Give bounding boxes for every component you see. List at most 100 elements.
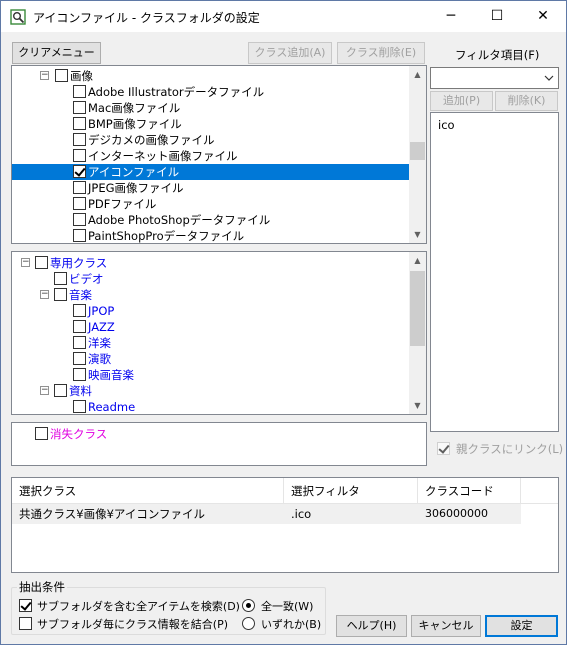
node-checkbox[interactable] <box>73 304 86 317</box>
collapse-icon[interactable]: − <box>40 386 49 395</box>
add-class-button[interactable]: クラス追加(A) <box>248 42 332 64</box>
node-label: BMP画像ファイル <box>88 117 182 131</box>
column-header-filter[interactable]: 選択フィルタ <box>284 478 418 504</box>
collapse-icon[interactable]: − <box>21 258 30 267</box>
table-row[interactable]: 共通クラス¥画像¥アイコンファイル .ico 306000000 <box>12 504 521 524</box>
clear-menu-button[interactable]: クリアメニュー <box>12 42 101 64</box>
vertical-scrollbar[interactable]: ▲ ▼ <box>409 66 426 243</box>
match-any-option[interactable]: いずれか(B) <box>242 616 324 631</box>
tree-node-western[interactable]: 洋楽 <box>12 335 409 351</box>
scroll-up-icon[interactable]: ▲ <box>409 252 426 269</box>
node-checkbox[interactable] <box>73 197 86 210</box>
tree-node-icon-file[interactable]: アイコンファイル <box>12 164 409 180</box>
column-header-class[interactable]: 選択クラス <box>12 478 284 504</box>
vertical-scrollbar[interactable]: ▲ ▼ <box>409 252 426 414</box>
cancel-button[interactable]: キャンセル <box>411 615 481 637</box>
scroll-up-icon[interactable]: ▲ <box>409 66 426 83</box>
scroll-thumb[interactable] <box>410 271 425 346</box>
tree-node-enka[interactable]: 演歌 <box>12 351 409 367</box>
match-all-option[interactable]: 全一致(W) <box>242 598 324 613</box>
scroll-down-icon[interactable]: ▼ <box>409 397 426 414</box>
tree-node-illustrator[interactable]: Adobe Illustratorデータファイル <box>12 84 409 100</box>
maximize-button[interactable]: ☐ <box>474 1 520 32</box>
ok-button[interactable]: 設定 <box>485 615 558 637</box>
custom-class-tree: − 専用クラス ビデオ − 音楽 JPOP JAZZ 洋楽 演歌 映画音楽 − … <box>12 252 409 414</box>
node-label: 画像 <box>70 69 93 83</box>
node-checkbox[interactable] <box>35 256 48 269</box>
collapse-icon[interactable]: − <box>40 290 49 299</box>
node-checkbox[interactable] <box>73 213 86 226</box>
tree-node-internet[interactable]: インターネット画像ファイル <box>12 148 409 164</box>
merge-class-option[interactable]: サブフォルダ毎にクラス情報を結合(P) <box>19 616 234 631</box>
tree-node-paintshop[interactable]: PaintShopProデータファイル <box>12 228 409 243</box>
filter-list[interactable]: ico <box>430 112 559 432</box>
chevron-down-icon[interactable] <box>544 75 554 81</box>
title-bar: アイコンファイル - クラスフォルダの設定 ─ ☐ ✕ <box>1 1 566 32</box>
lost-class-panel[interactable]: 消失クラス <box>11 422 427 466</box>
tree-node-digicam[interactable]: デジカメの画像ファイル <box>12 132 409 148</box>
tree-node-readme[interactable]: Readme <box>12 399 409 414</box>
node-label: JAZZ <box>88 320 115 334</box>
minimize-button[interactable]: ─ <box>428 1 474 32</box>
filter-delete-button[interactable]: 削除(K) <box>495 91 558 111</box>
node-label: Adobe PhotoShopデータファイル <box>88 213 271 227</box>
node-label: PDFファイル <box>88 197 157 211</box>
node-checkbox[interactable] <box>55 69 68 82</box>
tree-node-lost-class[interactable]: 消失クラス <box>12 426 312 442</box>
search-subfolders-option[interactable]: サブフォルダを含む全アイテムを検索(D) <box>19 598 240 613</box>
node-checkbox[interactable] <box>73 149 86 162</box>
link-parent-checkbox[interactable] <box>437 442 450 455</box>
node-checkbox[interactable] <box>73 133 86 146</box>
node-checkbox[interactable] <box>54 272 67 285</box>
class-tree-panel[interactable]: − 画像 Adobe Illustratorデータファイル Mac画像ファイル … <box>11 65 427 244</box>
node-checkbox[interactable] <box>73 117 86 130</box>
close-button[interactable]: ✕ <box>520 1 566 32</box>
tree-node-music[interactable]: − 音楽 <box>12 287 409 303</box>
node-checkbox[interactable] <box>73 352 86 365</box>
node-label: 専用クラス <box>50 256 108 270</box>
node-checkbox[interactable] <box>73 400 86 413</box>
tree-node-photoshop[interactable]: Adobe PhotoShopデータファイル <box>12 212 409 228</box>
node-checkbox[interactable] <box>73 165 86 178</box>
filter-list-item[interactable]: ico <box>438 118 455 132</box>
node-checkbox[interactable] <box>73 336 86 349</box>
tree-node-jpeg[interactable]: JPEG画像ファイル <box>12 180 409 196</box>
tree-node-image[interactable]: − 画像 <box>12 68 409 84</box>
class-tree: − 画像 Adobe Illustratorデータファイル Mac画像ファイル … <box>12 66 409 243</box>
filter-combobox[interactable] <box>430 67 559 89</box>
node-checkbox[interactable] <box>73 229 86 242</box>
node-label: 演歌 <box>88 352 111 366</box>
tree-node-documents[interactable]: − 資料 <box>12 383 409 399</box>
scroll-thumb[interactable] <box>410 142 425 160</box>
help-button[interactable]: ヘルプ(H) <box>336 615 407 637</box>
tree-node-mac[interactable]: Mac画像ファイル <box>12 100 409 116</box>
node-checkbox[interactable] <box>73 101 86 114</box>
tree-node-bmp[interactable]: BMP画像ファイル <box>12 116 409 132</box>
node-checkbox[interactable] <box>73 85 86 98</box>
node-checkbox[interactable] <box>73 368 86 381</box>
delete-class-button[interactable]: クラス削除(E) <box>337 42 425 64</box>
node-checkbox[interactable] <box>35 427 48 440</box>
collapse-icon[interactable]: − <box>40 71 49 80</box>
tree-node-pdf[interactable]: PDFファイル <box>12 196 409 212</box>
tree-node-jazz[interactable]: JAZZ <box>12 319 409 335</box>
node-checkbox[interactable] <box>73 181 86 194</box>
match-any-radio[interactable] <box>242 617 255 630</box>
node-checkbox[interactable] <box>73 320 86 333</box>
column-header-code[interactable]: クラスコード <box>418 478 521 504</box>
tree-node-custom-class[interactable]: − 専用クラス <box>12 255 409 271</box>
tree-node-jpop[interactable]: JPOP <box>12 303 409 319</box>
node-checkbox[interactable] <box>54 288 67 301</box>
search-subfolders-checkbox[interactable] <box>19 599 32 612</box>
custom-class-tree-panel[interactable]: − 専用クラス ビデオ − 音楽 JPOP JAZZ 洋楽 演歌 映画音楽 − … <box>11 251 427 415</box>
cell-filter: .ico <box>291 507 312 521</box>
tree-node-movie-music[interactable]: 映画音楽 <box>12 367 409 383</box>
scroll-down-icon[interactable]: ▼ <box>409 226 426 243</box>
filter-add-button[interactable]: 追加(P) <box>430 91 493 111</box>
merge-class-checkbox[interactable] <box>19 617 32 630</box>
link-parent-checkbox-row[interactable]: 親クラスにリンク(L) <box>437 441 567 457</box>
tree-node-video[interactable]: ビデオ <box>12 271 409 287</box>
node-checkbox[interactable] <box>54 384 67 397</box>
node-label: Readme <box>88 400 136 414</box>
match-all-radio[interactable] <box>242 599 255 612</box>
